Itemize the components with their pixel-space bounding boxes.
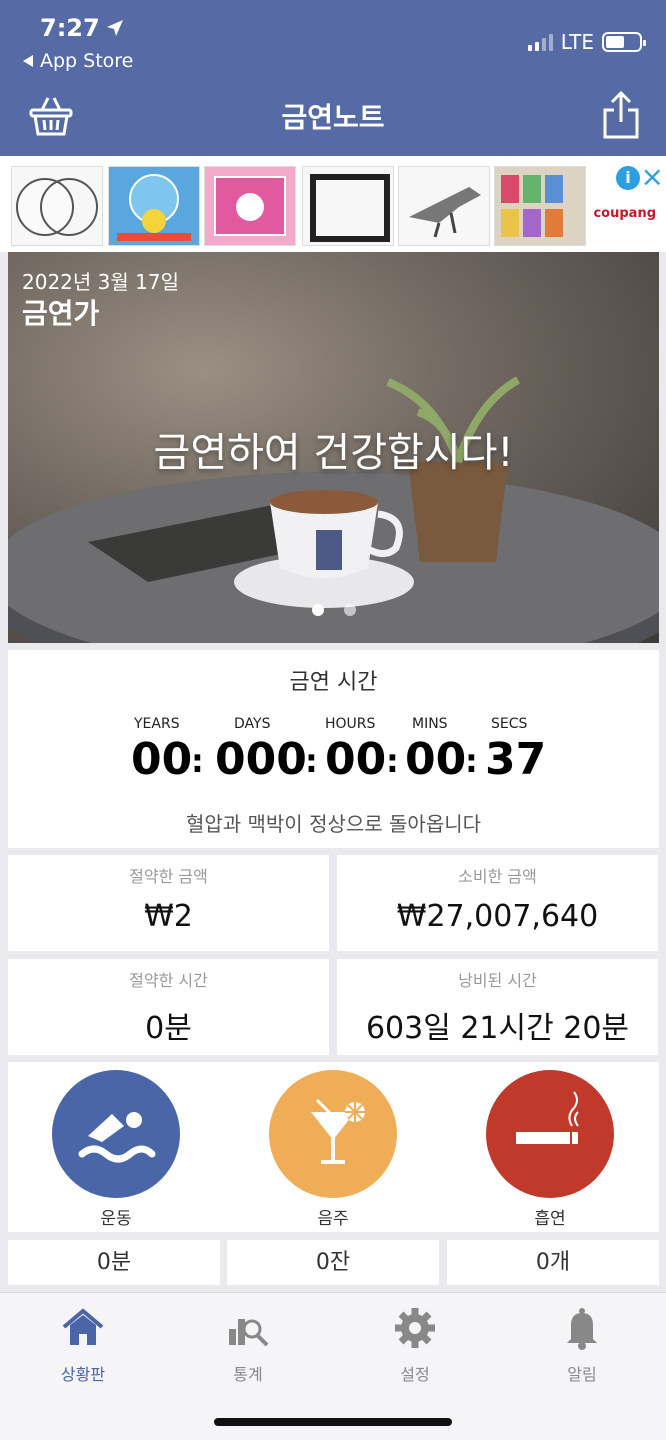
page-dot-1[interactable] [311, 604, 324, 616]
wasted-time-value: 603일 21시간 20분 [365, 1011, 630, 1046]
days-value: 000 [215, 734, 307, 785]
cigarette-icon [516, 1091, 579, 1144]
quit-timer-card: 금연 시간 YEARS DAYS HOURS MINS SECS 00 : 00… [8, 650, 659, 848]
saved-time-label: 절약한 시간 [129, 971, 208, 990]
smoking-count: 0개 [447, 1240, 659, 1285]
battery-icon [602, 32, 646, 52]
tab-alerts[interactable]: 알림 [527, 1305, 637, 1385]
drinking-label: 음주 [317, 1209, 349, 1229]
ad-info-icon[interactable]: i [616, 166, 640, 190]
toy-kit-image [214, 176, 286, 236]
signal-icon [527, 33, 553, 51]
saved-money-value: ₩2 [144, 899, 193, 934]
toy-box-image [117, 174, 191, 241]
robot-dinosaur-image [409, 187, 481, 238]
exercise-label: 운동 [100, 1209, 132, 1229]
saved-time-value: 0분 [145, 1011, 192, 1046]
ad-close-icon[interactable]: × [641, 163, 664, 191]
secs-label: SECS [491, 716, 528, 732]
drinking-count: 0잔 [227, 1240, 439, 1285]
spent-money-card: 소비한 금액 ₩27,007,640 [337, 855, 658, 951]
hero-date: 2022년 3월 17일 [22, 270, 179, 294]
status-time: 7:27 [40, 14, 124, 42]
tab-stats-label: 통계 [233, 1365, 263, 1384]
secs-value: 37 [485, 734, 547, 785]
exercise-count: 0분 [8, 1240, 220, 1285]
share-icon [603, 90, 639, 139]
separator-4: : [465, 742, 478, 780]
status-time-text: 7:27 [40, 14, 100, 42]
days-label: DAYS [234, 716, 271, 732]
hero-message: 금연하여 건강합시다! [153, 430, 514, 476]
hero-carousel[interactable]: 2022년 3월 17일 금연가 금연하여 건강합시다! [8, 252, 659, 643]
tab-settings-label: 설정 [400, 1365, 430, 1384]
frame-image [310, 174, 390, 242]
separator-1: : [191, 742, 204, 780]
separator-3: : [386, 742, 399, 780]
page-indicator[interactable] [8, 604, 659, 616]
home-indicator[interactable] [214, 1418, 452, 1426]
ad-product-2[interactable] [108, 166, 200, 246]
location-arrow-icon [106, 20, 123, 36]
ad-product-5[interactable] [398, 166, 490, 246]
hours-label: HOURS [325, 716, 376, 732]
battery-fill [606, 36, 624, 48]
tab-dashboard-label: 상황판 [60, 1365, 106, 1384]
exercise-button[interactable] [52, 1070, 180, 1198]
tab-alerts-label: 알림 [567, 1365, 597, 1384]
health-message: 혈압과 맥박이 정상으로 돌아옵니다 [185, 812, 482, 836]
hours-value: 00 [325, 734, 387, 785]
back-triangle-icon [23, 55, 33, 67]
mins-label: MINS [412, 716, 448, 732]
ad-product-3[interactable] [204, 166, 296, 246]
saved-money-label: 절약한 금액 [129, 867, 208, 886]
hero-subtitle: 금연가 [22, 297, 100, 330]
share-button[interactable] [602, 90, 640, 140]
gear-icon [395, 1308, 435, 1348]
smoking-button[interactable] [486, 1070, 614, 1198]
wasted-time-card: 낭비된 시간 603일 21시간 20분 [337, 959, 658, 1055]
activity-panel: 운동 음주 흡연 [8, 1062, 659, 1232]
ad-product-6[interactable] [494, 166, 586, 246]
page-dot-2[interactable] [343, 604, 356, 616]
saved-time-card: 절약한 시간 0분 [8, 959, 329, 1055]
timer-title: 금연 시간 [289, 670, 378, 695]
swimmer-icon [78, 1112, 156, 1163]
drum-head-image [16, 178, 98, 236]
spent-money-value: ₩27,007,640 [396, 899, 599, 934]
network-type: LTE [560, 30, 594, 54]
drinking-button[interactable] [269, 1070, 397, 1198]
ad-product-1[interactable] [11, 166, 103, 246]
smoking-label: 흡연 [534, 1209, 566, 1229]
saved-money-card: 절약한 금액 ₩2 [8, 855, 329, 951]
spent-money-label: 소비한 금액 [458, 867, 537, 886]
separator-2: : [305, 742, 318, 780]
tab-settings[interactable]: 설정 [360, 1305, 470, 1385]
page-title: 금연노트 [281, 101, 385, 134]
back-to-app-store[interactable]: App Store [22, 50, 133, 72]
wasted-time-label: 낭비된 시간 [458, 971, 537, 990]
years-label: YEARS [134, 716, 180, 732]
tab-stats[interactable]: 통계 [193, 1305, 303, 1385]
bell-icon [567, 1308, 597, 1350]
stats-icon [229, 1319, 269, 1347]
status-indicators: LTE [527, 30, 646, 54]
tab-dashboard[interactable]: 상황판 [28, 1305, 138, 1385]
home-icon [62, 1308, 104, 1345]
back-to-app-store-label: App Store [40, 50, 134, 72]
years-value: 00 [131, 734, 193, 785]
ad-brand-label: coupang [593, 206, 656, 221]
ad-product-4[interactable] [302, 166, 394, 246]
top-bar: 7:27 App Store LTE 금연노트 [0, 0, 666, 156]
cocktail-icon [311, 1098, 365, 1164]
candy-packs-image [501, 175, 563, 237]
mins-value: 00 [405, 734, 467, 785]
ad-banner[interactable]: i × coupang [0, 156, 666, 252]
